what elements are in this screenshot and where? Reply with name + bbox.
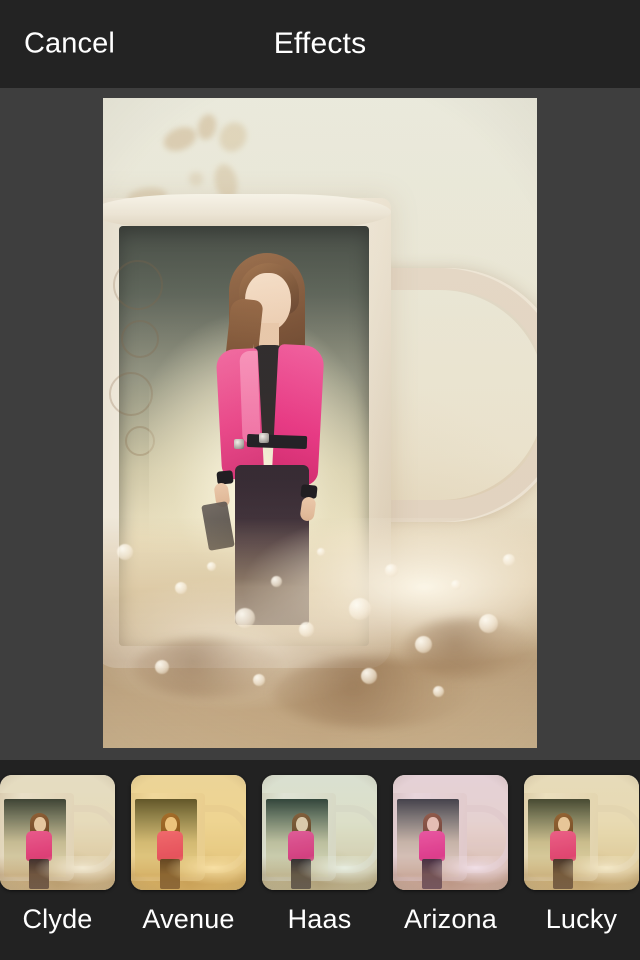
filter-thumbnail[interactable] xyxy=(393,775,508,890)
filter-label: Avenue xyxy=(142,904,235,934)
filter-thumbnail[interactable] xyxy=(131,775,246,890)
mug-rim xyxy=(103,194,391,230)
filter-thumbnail[interactable] xyxy=(524,775,639,890)
steam-wisp-icon xyxy=(189,172,203,186)
steam-wisp-icon xyxy=(195,112,219,142)
coffee-splash xyxy=(103,518,537,748)
filter-label: Arizona xyxy=(404,904,497,934)
filter-item-lucky[interactable]: Lucky xyxy=(524,775,639,933)
filter-label: Clyde xyxy=(22,904,93,934)
preview-image[interactable] xyxy=(103,98,537,748)
filter-thumbnail[interactable] xyxy=(262,775,377,890)
filter-strip[interactable]: Clyde Avenue Haas Arizona Lucky xyxy=(0,760,640,960)
filter-item-arizona[interactable]: Arizona xyxy=(393,775,508,933)
steam-wisp-icon xyxy=(214,117,252,157)
page-title: Effects xyxy=(273,27,367,60)
photo-composition xyxy=(103,98,537,748)
filter-label: Lucky xyxy=(545,904,618,934)
filter-item-clyde[interactable]: Clyde xyxy=(0,775,115,933)
filter-label: Haas xyxy=(287,904,352,934)
filter-item-haas[interactable]: Haas xyxy=(262,775,377,933)
navigation-bar: Cancel Effects xyxy=(0,0,640,88)
filter-item-avenue[interactable]: Avenue xyxy=(131,775,246,933)
steam-wisp-icon xyxy=(160,122,200,156)
preview-stage xyxy=(0,88,640,760)
effects-screen: Cancel Effects Clyde Avenue Haas Arizona… xyxy=(0,0,640,960)
filter-thumbnail[interactable] xyxy=(0,775,115,890)
filter-rail[interactable]: Clyde Avenue Haas Arizona Lucky xyxy=(0,775,639,933)
